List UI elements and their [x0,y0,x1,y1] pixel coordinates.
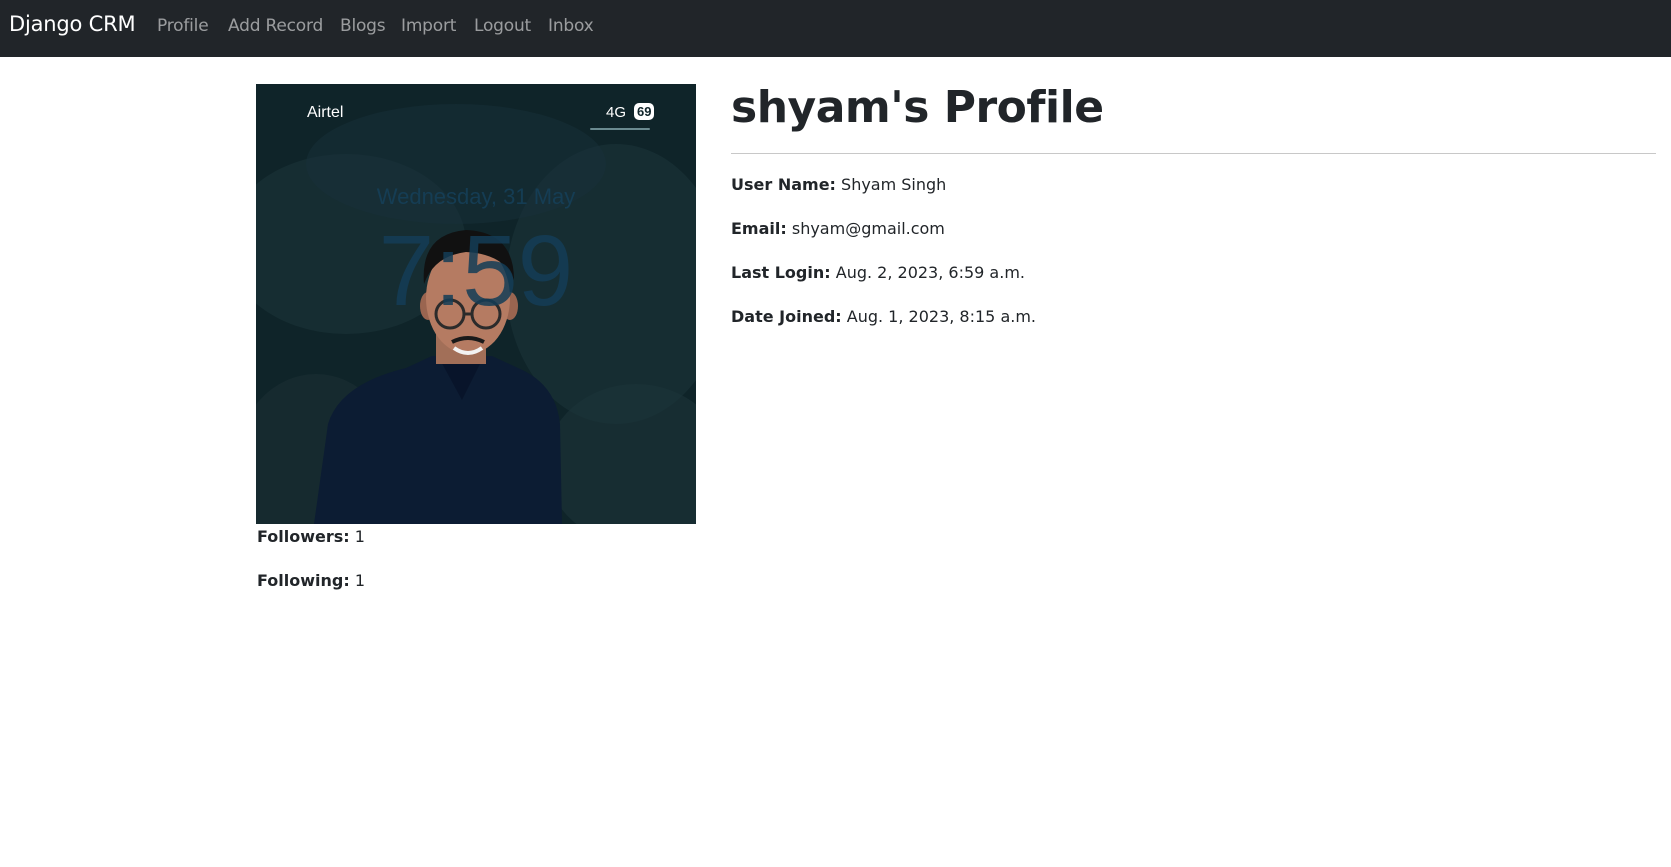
date-joined-label: Date Joined: [731,307,842,326]
email-value: shyam@gmail.com [791,219,945,238]
last-login-value: Aug. 2, 2023, 6:59 a.m. [835,263,1025,282]
email-label: Email: [731,219,787,238]
top-navbar: Django CRM Profile Add Record Blogs Impo… [0,0,1671,57]
followers-stat: Followers: 1 [257,527,365,546]
user-name-label: User Name: [731,175,836,194]
last-login-field: Last Login: Aug. 2, 2023, 6:59 a.m. [731,263,1025,282]
followers-count: 1 [354,527,365,546]
followers-label: Followers: [257,527,350,546]
lock-screen-date: Wednesday, 31 May [376,184,576,209]
carrier-label: Airtel [307,104,344,121]
nav-link-logout[interactable]: Logout [474,16,531,36]
nav-link-inbox[interactable]: Inbox [548,16,594,36]
lock-screen-time: 7:59 [378,215,574,327]
page-title: shyam's Profile [731,82,1104,133]
user-name-field: User Name: Shyam Singh [731,175,946,194]
following-label: Following: [257,571,350,590]
date-joined-value: Aug. 1, 2023, 8:15 a.m. [846,307,1036,326]
last-login-label: Last Login: [731,263,831,282]
network-label: 4G [606,104,627,121]
brand-link[interactable]: Django CRM [9,12,136,36]
nav-link-import[interactable]: Import [401,16,456,36]
nav-link-profile[interactable]: Profile [157,16,209,36]
nav-link-add-record[interactable]: Add Record [228,16,323,36]
profile-photo: Airtel 4G 69 Wednesday, 31 May 7:59 [256,84,696,524]
date-joined-field: Date Joined: Aug. 1, 2023, 8:15 a.m. [731,307,1036,326]
following-count: 1 [354,571,366,590]
following-stat: Following: 1 [257,571,365,590]
nav-link-blogs[interactable]: Blogs [340,16,386,36]
email-field: Email: shyam@gmail.com [731,219,945,238]
user-name-value: Shyam Singh [841,175,947,194]
battery-badge: 69 [634,103,655,120]
title-divider [731,153,1656,154]
